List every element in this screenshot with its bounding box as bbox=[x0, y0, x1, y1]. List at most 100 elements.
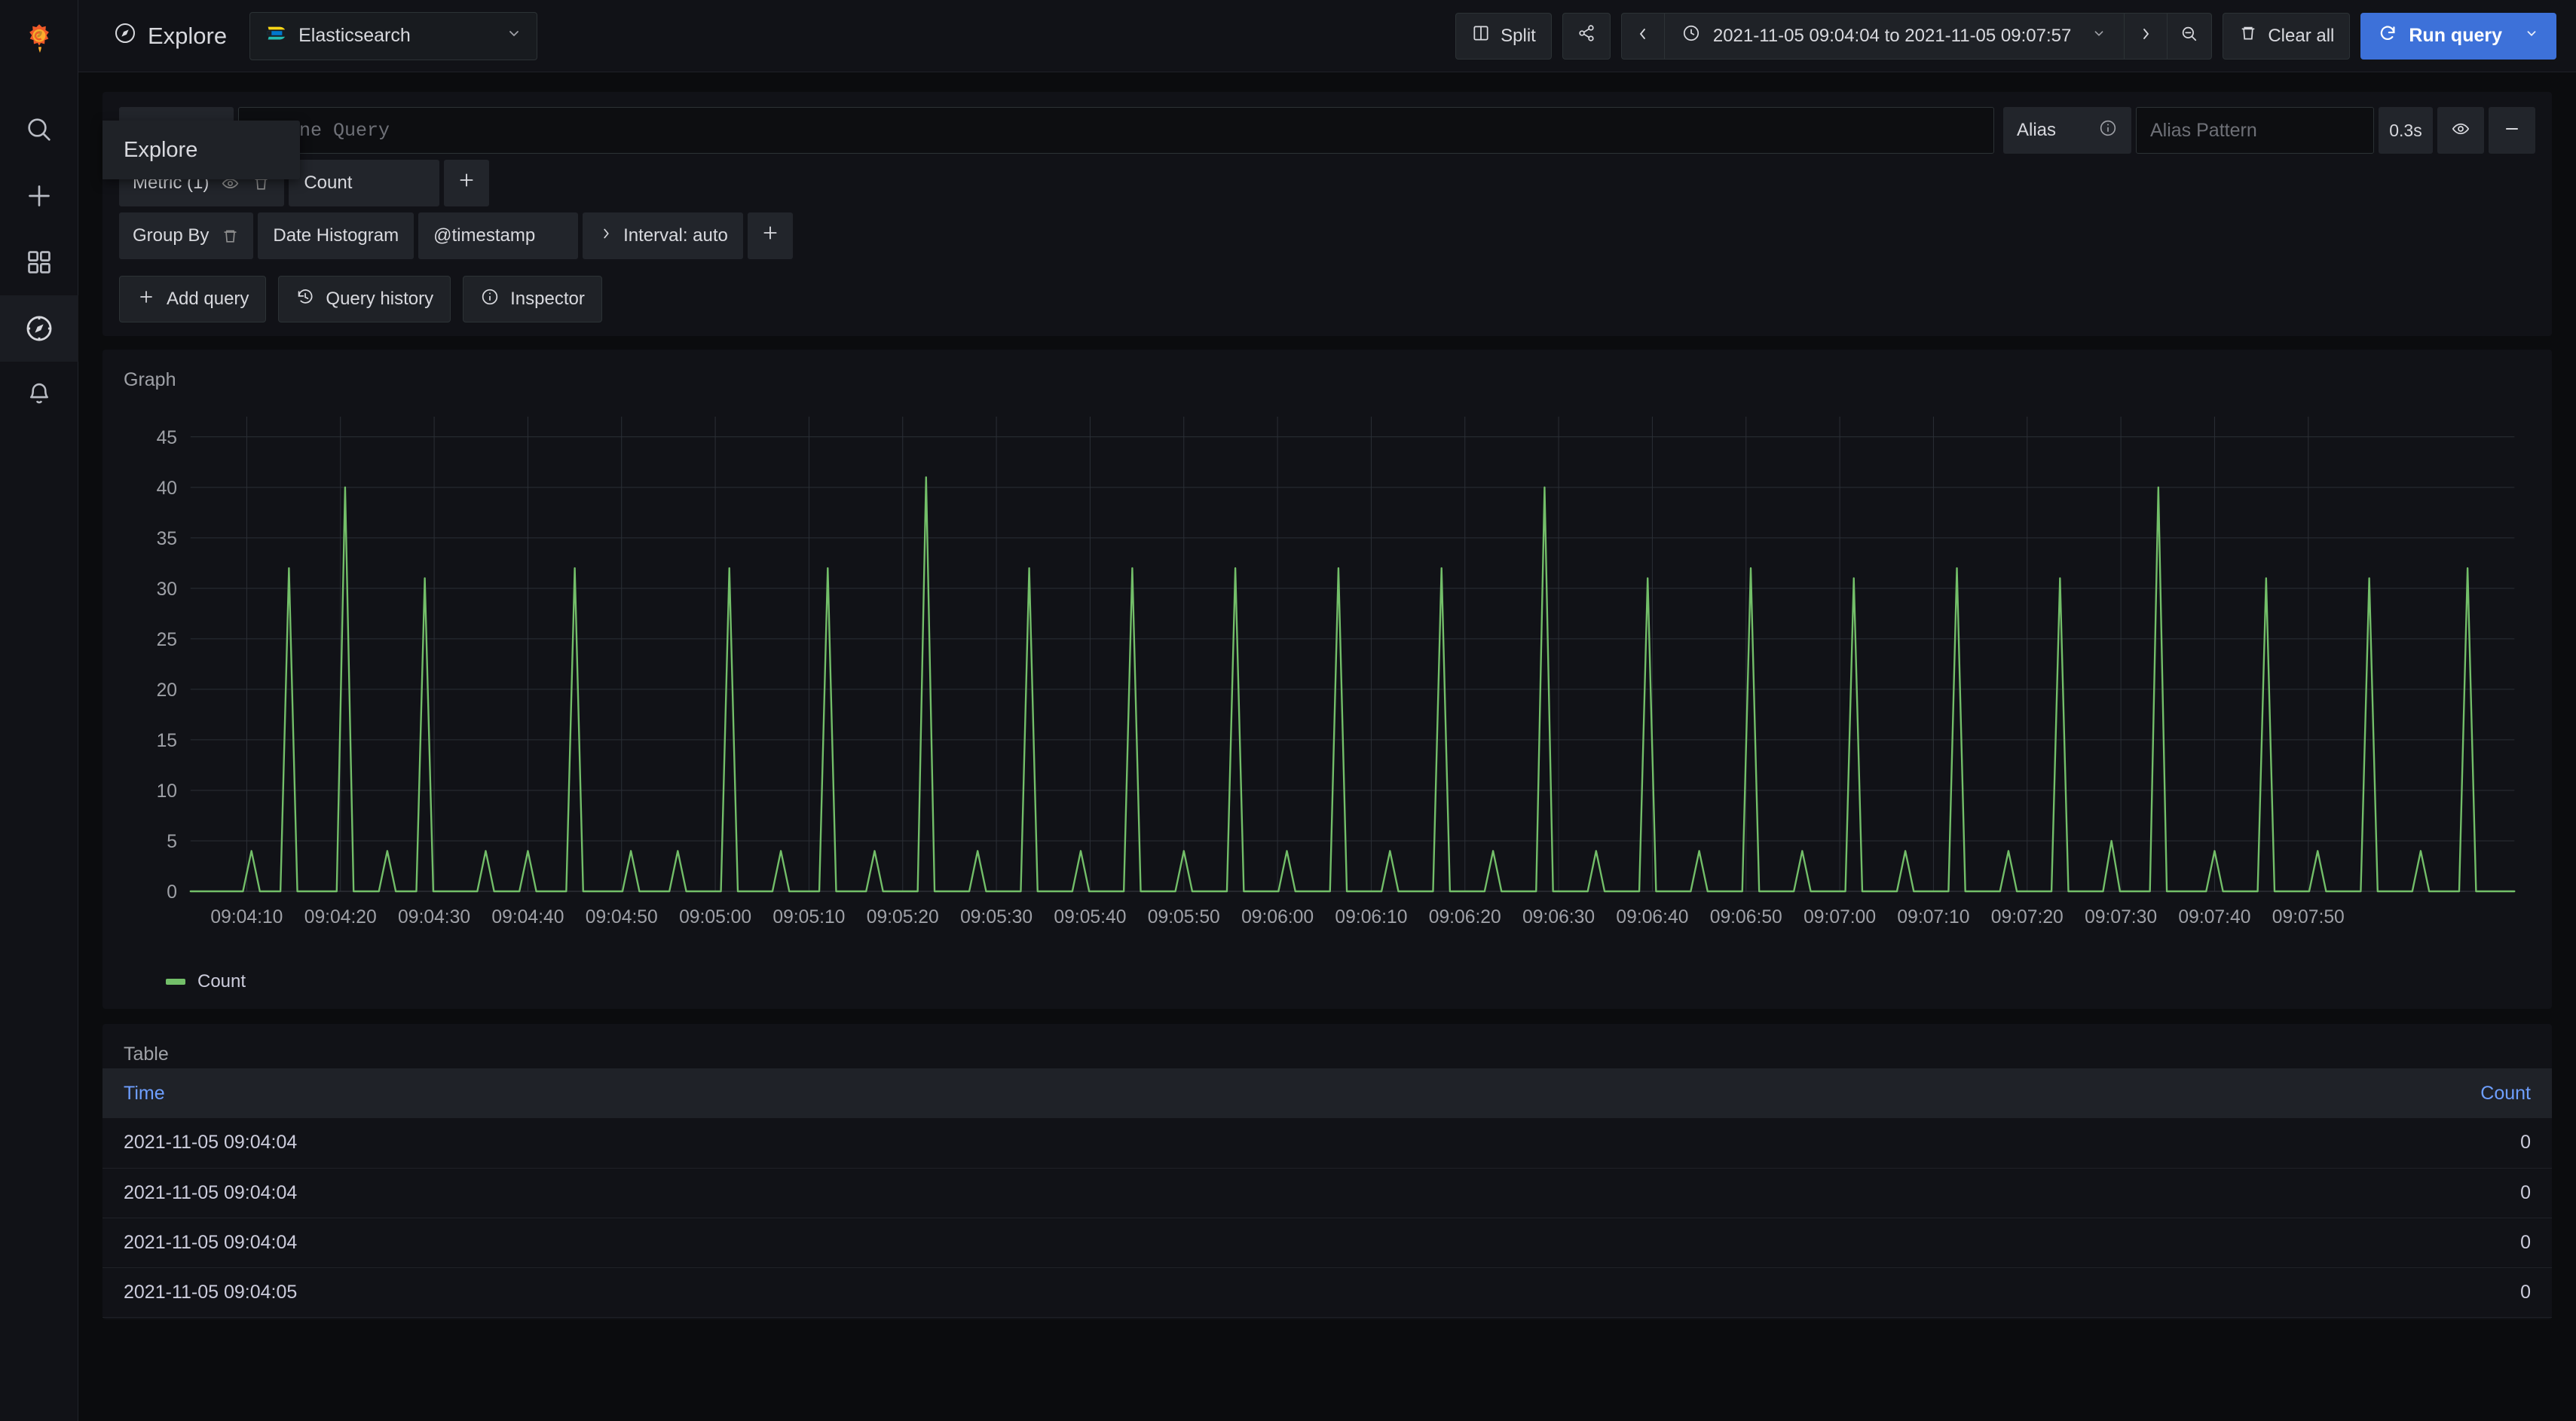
alias-pattern-input[interactable]: Alias Pattern bbox=[2136, 107, 2374, 154]
cell-count: 0 bbox=[1866, 1168, 2552, 1218]
history-icon bbox=[295, 287, 315, 312]
split-button[interactable]: Split bbox=[1455, 13, 1552, 60]
grafana-explore-app: Explore Elasticsearch bbox=[0, 0, 2576, 1421]
clear-all-label: Clear all bbox=[2268, 26, 2334, 47]
time-range-picker[interactable]: 2021-11-05 09:04:04 to 2021-11-05 09:07:… bbox=[1621, 13, 2213, 60]
group-by-aggregation-value: Date Histogram bbox=[273, 225, 399, 246]
y-axis-tick-label: 45 bbox=[157, 428, 177, 448]
add-metric-button[interactable] bbox=[444, 160, 489, 206]
trash-icon[interactable] bbox=[221, 227, 240, 246]
x-axis-tick-label: 09:04:40 bbox=[491, 907, 564, 927]
time-range-prev-button[interactable] bbox=[1622, 14, 1664, 59]
explore-toolbar: Explore Elasticsearch bbox=[78, 0, 2576, 72]
toolbar-right-group: Split bbox=[1455, 13, 2556, 60]
graph-body[interactable]: 05101520253035404509:04:1009:04:2009:04:… bbox=[102, 394, 2552, 967]
x-axis-tick-label: 09:05:50 bbox=[1148, 907, 1220, 927]
graph-legend: Count bbox=[102, 967, 2552, 1009]
metric-aggregation-value: Count bbox=[304, 173, 352, 194]
share-nodes-icon bbox=[1577, 23, 1596, 48]
x-axis-tick-label: 09:07:30 bbox=[2085, 907, 2157, 927]
x-axis-tick-label: 09:05:00 bbox=[679, 907, 751, 927]
chevron-down-icon bbox=[2523, 25, 2540, 47]
sidebar-item-dashboards[interactable] bbox=[0, 229, 78, 295]
info-circle-icon bbox=[480, 287, 500, 312]
column-header-time[interactable]: Time bbox=[102, 1068, 1866, 1118]
table-row[interactable]: 2021-11-05 09:04:040 bbox=[102, 1218, 2552, 1267]
inspector-button[interactable]: Inspector bbox=[463, 276, 602, 322]
y-axis-tick-label: 35 bbox=[157, 529, 177, 549]
split-button-label: Split bbox=[1501, 26, 1536, 47]
alias-label: Alias bbox=[2003, 107, 2131, 154]
table-body: 2021-11-05 09:04:0402021-11-05 09:04:040… bbox=[102, 1118, 2552, 1317]
metric-aggregation-select[interactable]: Count bbox=[289, 160, 439, 206]
sidebar-item-alerting[interactable] bbox=[0, 362, 78, 428]
chevron-left-icon bbox=[1634, 25, 1652, 47]
x-axis-tick-label: 09:06:10 bbox=[1335, 907, 1407, 927]
zoom-out-button[interactable] bbox=[2167, 14, 2211, 59]
y-axis-tick-label: 40 bbox=[157, 478, 177, 499]
sidebar-item-search[interactable] bbox=[0, 96, 78, 163]
main-sidebar bbox=[0, 0, 78, 1421]
x-axis-tick-label: 09:04:10 bbox=[210, 907, 283, 927]
collapse-query-button[interactable] bbox=[2489, 107, 2535, 154]
toggle-query-visibility-button[interactable] bbox=[2437, 107, 2484, 154]
graph-panel-title: Graph bbox=[102, 350, 2552, 394]
cell-time: 2021-11-05 09:04:04 bbox=[102, 1218, 1866, 1267]
query-timing-value: 0.3s bbox=[2389, 121, 2422, 141]
x-axis-tick-label: 09:04:20 bbox=[304, 907, 377, 927]
datasource-picker[interactable]: Elasticsearch bbox=[249, 12, 537, 60]
y-axis-tick-label: 25 bbox=[157, 630, 177, 650]
y-axis-tick-label: 5 bbox=[167, 832, 177, 852]
group-by-field-value: @timestamp bbox=[433, 225, 535, 246]
alias-pattern-placeholder: Alias Pattern bbox=[2150, 120, 2257, 142]
sidebar-item-create[interactable] bbox=[0, 163, 78, 229]
grafana-logo-icon[interactable] bbox=[0, 6, 78, 74]
page-title: Explore bbox=[113, 21, 227, 51]
inspector-label: Inspector bbox=[510, 289, 585, 310]
table-row[interactable]: 2021-11-05 09:04:050 bbox=[102, 1267, 2552, 1317]
table-panel: Table Time Count 2021-11-05 09:04:040202… bbox=[102, 1024, 2552, 1319]
chevron-down-icon bbox=[2091, 25, 2107, 47]
time-range-value[interactable]: 2021-11-05 09:04:04 to 2021-11-05 09:07:… bbox=[1664, 14, 2125, 59]
query-row: Query Lucene Query Alias bbox=[119, 107, 2535, 154]
table-panel-title: Table bbox=[102, 1024, 2552, 1068]
datasource-name: Elasticsearch bbox=[298, 25, 411, 47]
results-table: Time Count 2021-11-05 09:04:0402021-11-0… bbox=[102, 1068, 2552, 1318]
legend-series-name: Count bbox=[197, 971, 246, 992]
alias-label-text: Alias bbox=[2017, 120, 2056, 141]
x-axis-tick-label: 09:07:10 bbox=[1897, 907, 1969, 927]
info-circle-icon[interactable] bbox=[2098, 118, 2118, 143]
group-by-interval-toggle[interactable]: Interval: auto bbox=[583, 212, 743, 259]
table-row[interactable]: 2021-11-05 09:04:040 bbox=[102, 1118, 2552, 1168]
y-axis-tick-label: 20 bbox=[157, 680, 177, 701]
zoom-out-icon bbox=[2180, 24, 2199, 47]
sidebar-item-explore[interactable] bbox=[0, 295, 78, 362]
timeseries-chart[interactable]: 05101520253035404509:04:1009:04:2009:04:… bbox=[122, 406, 2532, 934]
plus-icon bbox=[456, 170, 477, 197]
time-range-next-button[interactable] bbox=[2125, 14, 2167, 59]
eye-icon bbox=[2451, 119, 2470, 142]
explore-content: Query Lucene Query Alias bbox=[78, 72, 2576, 1421]
explore-nav-flyout[interactable]: Explore bbox=[102, 121, 300, 179]
table-row[interactable]: 2021-11-05 09:04:040 bbox=[102, 1168, 2552, 1218]
page-title-label: Explore bbox=[148, 23, 227, 50]
share-button[interactable] bbox=[1562, 13, 1611, 60]
run-query-button[interactable]: Run query bbox=[2360, 13, 2556, 60]
add-query-button[interactable]: Add query bbox=[119, 276, 266, 322]
query-history-button[interactable]: Query history bbox=[278, 276, 451, 322]
column-header-count[interactable]: Count bbox=[1866, 1068, 2552, 1118]
y-axis-tick-label: 10 bbox=[157, 781, 177, 802]
search-icon bbox=[24, 115, 54, 145]
graph-panel: Graph 05101520253035404509:04:1009:04:20… bbox=[102, 350, 2552, 1009]
refresh-icon bbox=[2377, 23, 2398, 49]
group-by-aggregation-select[interactable]: Date Histogram bbox=[258, 212, 414, 259]
chevron-right-icon bbox=[2137, 25, 2155, 47]
group-by-field-select[interactable]: @timestamp bbox=[418, 212, 578, 259]
lucene-query-input[interactable]: Lucene Query bbox=[238, 107, 1994, 154]
clear-all-button[interactable]: Clear all bbox=[2223, 13, 2350, 60]
add-group-by-button[interactable] bbox=[748, 212, 793, 259]
x-axis-tick-label: 09:07:40 bbox=[2178, 907, 2250, 927]
y-axis-tick-label: 30 bbox=[157, 579, 177, 600]
series-line-count bbox=[191, 477, 2515, 891]
group-by-row-label: Group By bbox=[119, 212, 253, 259]
